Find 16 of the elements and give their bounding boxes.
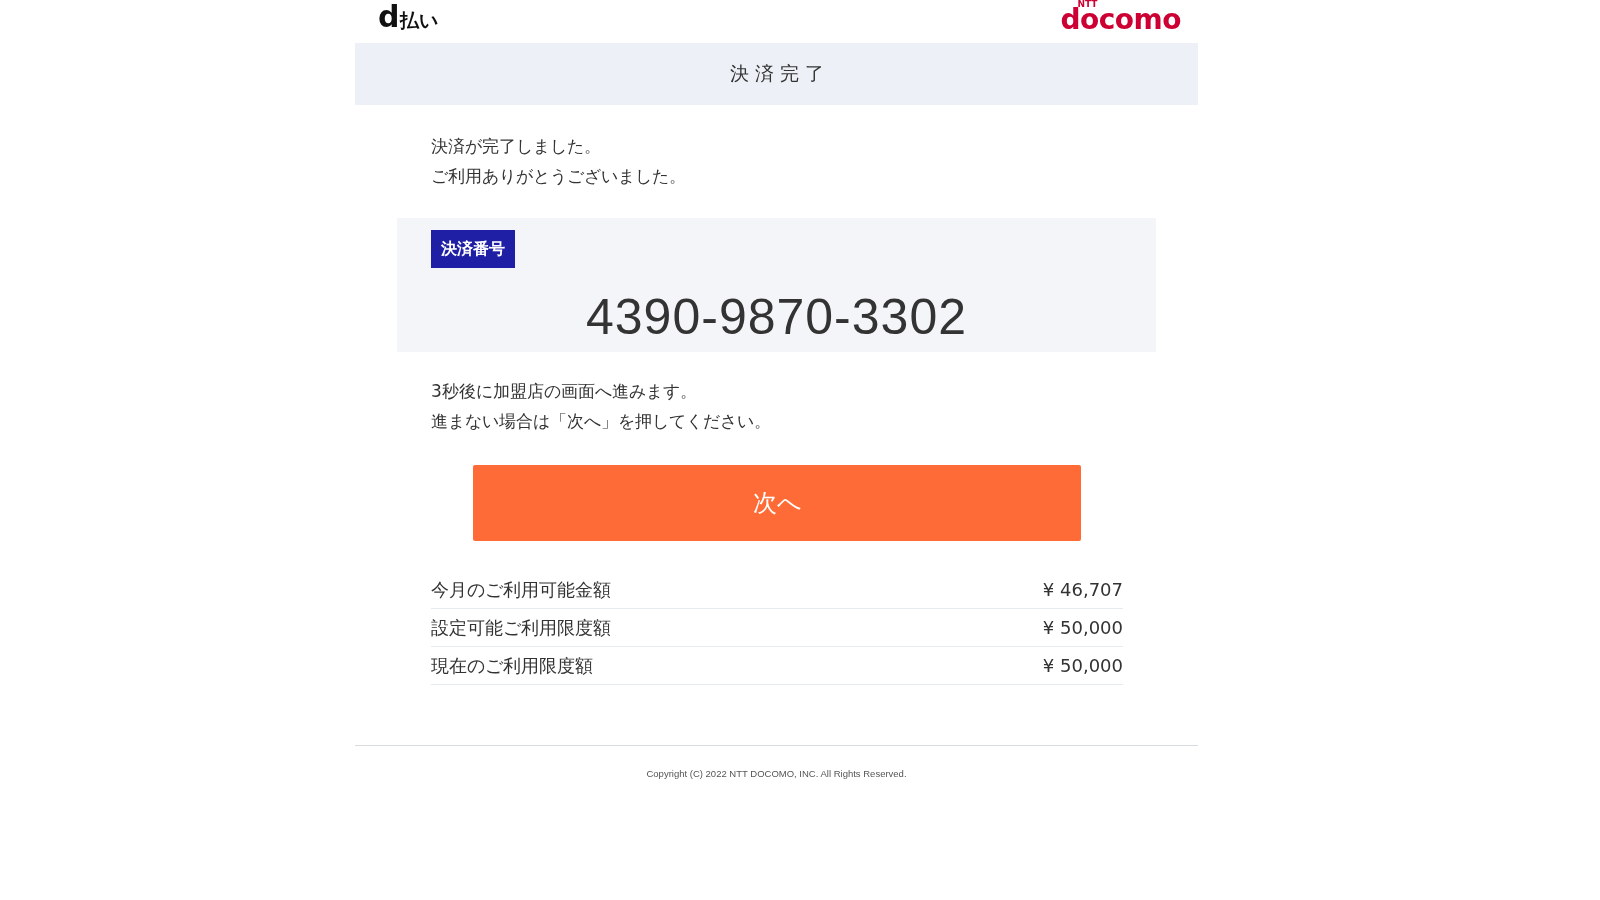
limit-amount: ¥ 50,000 <box>1042 655 1123 676</box>
notice-text: 3秒後に加盟店の画面へ進みます。 <box>431 380 698 403</box>
limit-label: 今月のご利用可能金額 <box>431 577 611 602</box>
limit-label: 現在のご利用限度額 <box>431 653 593 678</box>
copyright-text: Copyright (C) 2022 NTT DOCOMO, INC. All Rights Reserved. <box>646 767 907 781</box>
message-text: ご利用ありがとうございました。 <box>431 165 687 188</box>
limit-amount: ¥ 50,000 <box>1042 617 1123 638</box>
next-button[interactable]: 次へ <box>473 465 1081 541</box>
notice-text: 進まない場合は「次へ」を押してください。 <box>431 410 772 433</box>
limit-label: 設定可能ご利用限度額 <box>431 615 611 640</box>
payment-number: 4390-9870-3302 <box>586 288 967 347</box>
message-text: 決済が完了しました。 <box>431 135 602 158</box>
limit-amount: ¥ 46,707 <box>1042 579 1123 600</box>
page-title: 決済完了 <box>728 61 830 86</box>
number-label-badge: 決済番号 <box>431 230 515 268</box>
service-logo: d払い <box>378 2 439 32</box>
